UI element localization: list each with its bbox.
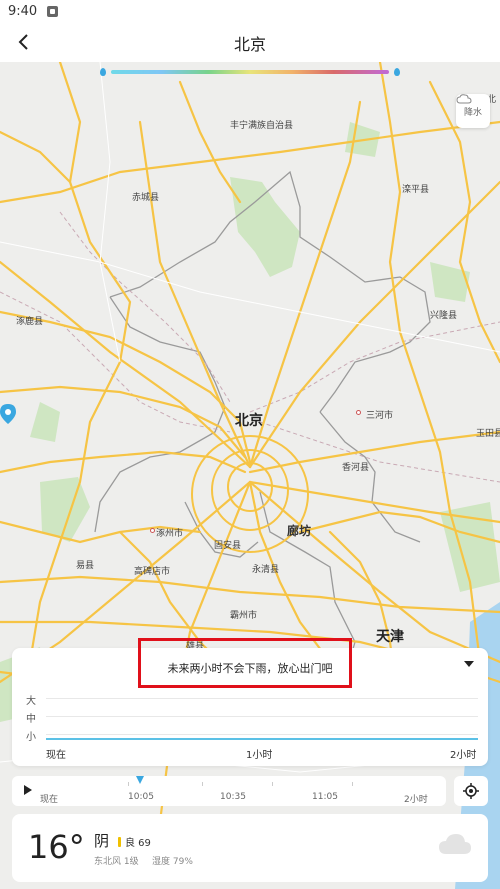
heavy-rain-drop-icon — [394, 68, 400, 76]
chevron-down-icon[interactable] — [464, 661, 474, 667]
highlight-box — [138, 638, 352, 688]
timeline-label-1005: 10:05 — [128, 792, 154, 802]
status-time: 9:40 — [8, 3, 38, 19]
map-label-bazhou: 霸州市 — [230, 611, 258, 621]
map-label-langfang: 廊坊 — [287, 524, 312, 538]
legend-gradient-bar — [111, 70, 389, 74]
map-label-guan: 固安县 — [214, 541, 242, 551]
humidity-info: 湿度 79% — [152, 857, 193, 867]
chart-gridline — [46, 716, 478, 717]
temperature: 16° — [28, 828, 85, 866]
layer-button-label: 降水 — [463, 107, 482, 118]
timeline-label-2h: 2小时 — [404, 795, 428, 805]
timeline-label-1105: 11:05 — [312, 792, 338, 802]
map-label-yutian: 玉田县 — [476, 429, 500, 439]
y-label-light: 小 — [26, 732, 36, 743]
cloud-rain-icon — [456, 94, 472, 104]
y-label-moderate: 中 — [26, 714, 36, 725]
crosshair-icon — [463, 783, 479, 799]
locate-button[interactable] — [454, 776, 488, 806]
current-weather-card: 16° 阴 良 69 东北风 1级 湿度 79% — [12, 814, 488, 882]
map-label-chicheng: 赤城县 — [132, 193, 160, 203]
light-rain-drop-icon — [100, 68, 106, 76]
timeline-slider[interactable]: 现在 10:05 10:35 11:05 2小时 — [12, 776, 446, 806]
header: 北京 — [0, 22, 500, 62]
timeline-tick — [202, 782, 203, 786]
map-label-gaobeidian: 高碑店市 — [134, 567, 171, 577]
chart-gridline — [46, 698, 478, 699]
cloud-icon — [439, 834, 471, 854]
map-label-zhuozhou: 涿州市 — [156, 529, 184, 539]
x-label-now: 现在 — [46, 750, 66, 761]
y-label-heavy: 大 — [26, 696, 36, 707]
map-label-zhuolu: 涿鹿县 — [16, 317, 44, 327]
rain-forecast-card: 未来两小时不会下雨，放心出门吧 大 中 小 现在 1小时 2小时 — [12, 638, 488, 766]
map-label-yongqing: 永清县 — [252, 565, 280, 575]
city-dot — [150, 528, 155, 533]
precipitation-legend — [100, 66, 400, 78]
location-pin-icon — [0, 404, 16, 424]
x-label-2h: 2小时 — [450, 750, 477, 761]
chart-gridline — [46, 734, 478, 735]
aqi-badge: 良 69 — [118, 834, 151, 849]
timeline-tick — [352, 782, 353, 786]
timeline-label-1035: 10:35 — [220, 792, 246, 802]
aqi-mark — [118, 836, 121, 847]
map-label-yixian: 易县 — [76, 561, 95, 571]
notification-icon — [47, 5, 59, 17]
map-label-tianjin: 天津 — [376, 629, 404, 645]
map-label-sanhe: 三河市 — [366, 411, 394, 421]
layer-button[interactable]: 降水 — [456, 94, 490, 128]
weather-condition: 阴 — [94, 832, 110, 850]
map-label-fengning: 丰宁满族自治县 — [230, 121, 294, 131]
timeline-tick — [272, 782, 273, 786]
map-label-xinglong: 兴隆县 — [430, 311, 458, 321]
map-label-xianghe: 香河县 — [342, 463, 370, 473]
map-label-luanping: 滦平县 — [402, 185, 430, 195]
status-bar: 9:40 — [0, 0, 500, 22]
x-label-1h: 1小时 — [246, 750, 273, 761]
play-icon[interactable] — [24, 785, 32, 795]
rain-baseline — [46, 738, 478, 740]
timeline-label-now: 现在 — [40, 795, 59, 805]
map-label-beijing: 北京 — [235, 413, 263, 429]
timeline-tick — [128, 782, 129, 786]
timeline-marker[interactable] — [136, 776, 144, 784]
page-title: 北京 — [233, 35, 266, 54]
wind-info: 东北风 1级 — [94, 857, 139, 867]
city-dot — [356, 410, 361, 415]
aqi-value: 良 69 — [125, 838, 151, 849]
